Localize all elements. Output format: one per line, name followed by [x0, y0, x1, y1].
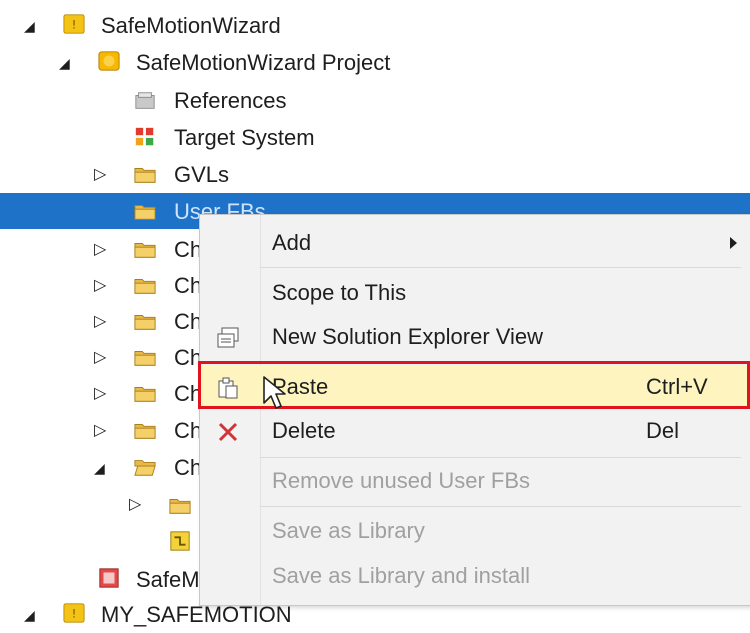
- menu-item-label: Remove unused User FBs: [272, 468, 530, 493]
- expand-arrow-icon[interactable]: ▷: [94, 423, 106, 439]
- menu-item-remove-unused-user-fbs[interactable]: Remove unused User FBs: [200, 459, 750, 503]
- tree-label: Ch: [174, 455, 203, 480]
- menu-item-add[interactable]: Add: [200, 221, 750, 265]
- menu-item-label: Add: [272, 230, 312, 255]
- tree-row-gvls[interactable]: ▷ GVLs: [0, 157, 750, 193]
- menu-item-label: Save as Library and install: [272, 563, 531, 588]
- tree-label: Ch: [174, 237, 203, 262]
- expand-arrow-icon[interactable]: ▷: [94, 278, 106, 294]
- tree-label: Ch: [174, 273, 203, 298]
- new-window-icon: [217, 327, 239, 348]
- menu-separator: [260, 457, 741, 458]
- expand-arrow-icon[interactable]: ▷: [94, 314, 106, 330]
- expand-arrow-icon[interactable]: ▷: [94, 242, 106, 258]
- tree-label: SafeMotionWizard: [101, 13, 281, 38]
- project-icon: [98, 51, 120, 71]
- tree-label: SafeM: [136, 567, 200, 592]
- collapse-arrow-icon[interactable]: ◢: [94, 460, 105, 476]
- menu-item-save-as-library-and-install[interactable]: Save as Library and install: [200, 554, 750, 598]
- folder-icon: [134, 387, 156, 402]
- collapse-arrow-icon[interactable]: ◢: [24, 607, 35, 623]
- safety-project-icon: !: [63, 603, 85, 623]
- collapse-arrow-icon[interactable]: ◢: [24, 18, 35, 34]
- menu-item-scope-to-this[interactable]: Scope to This: [200, 271, 750, 315]
- folder-icon: [134, 279, 156, 294]
- menu-item-save-as-library[interactable]: Save as Library: [200, 509, 750, 553]
- menu-item-label: Scope to This: [272, 280, 407, 305]
- expand-arrow-icon[interactable]: ▷: [94, 350, 106, 366]
- menu-item-label: Save as Library: [272, 518, 425, 543]
- menu-item-shortcut: Del: [646, 418, 680, 443]
- menu-item-label: New Solution Explorer View: [272, 324, 544, 349]
- tree-label: SafeMotionWizard Project: [136, 50, 391, 75]
- expand-arrow-icon[interactable]: ▷: [129, 497, 141, 513]
- menu-item-label: Delete: [272, 418, 336, 443]
- folder-icon: [134, 351, 156, 366]
- folder-icon: [134, 168, 156, 183]
- folder-icon: [169, 499, 191, 514]
- tree-label: Target System: [174, 125, 315, 150]
- svg-text:!: !: [72, 607, 77, 621]
- tree-row-safemotionwizard[interactable]: ◢ ! SafeMotionWizard: [0, 8, 750, 44]
- references-icon: [135, 92, 155, 109]
- tree-label: References: [174, 88, 287, 113]
- folder-icon: [134, 315, 156, 330]
- safety-project-icon: !: [63, 14, 85, 34]
- tree-label: Ch: [174, 418, 203, 443]
- safety-module-icon: [99, 568, 119, 588]
- open-folder-icon: [134, 460, 156, 476]
- tree-row-project[interactable]: ◢ SafeMotionWizard Project: [0, 45, 750, 81]
- folder-icon: [134, 243, 156, 258]
- tree-label: GVLs: [174, 162, 230, 187]
- mouse-cursor-icon: [263, 376, 286, 409]
- tree-row-target-system[interactable]: Target System: [0, 120, 750, 156]
- collapse-arrow-icon[interactable]: ◢: [59, 55, 70, 71]
- folder-icon: [134, 424, 156, 439]
- target-system-icon: [135, 127, 154, 146]
- svg-text:!: !: [72, 18, 77, 32]
- expand-arrow-icon[interactable]: ▷: [94, 167, 106, 183]
- menu-separator: [260, 267, 741, 268]
- tree-label: Ch: [174, 309, 203, 334]
- tree-row-references[interactable]: References: [0, 83, 750, 119]
- submenu-arrow-icon: [730, 237, 737, 249]
- delete-icon: [218, 422, 238, 442]
- menu-separator: [260, 506, 741, 507]
- menu-item-new-solution-explorer-view[interactable]: New Solution Explorer View: [200, 315, 750, 359]
- function-block-icon: [170, 531, 190, 551]
- expand-arrow-icon[interactable]: ▷: [94, 386, 106, 402]
- folder-icon: [134, 205, 156, 220]
- menu-item-delete[interactable]: Delete Del: [200, 409, 750, 453]
